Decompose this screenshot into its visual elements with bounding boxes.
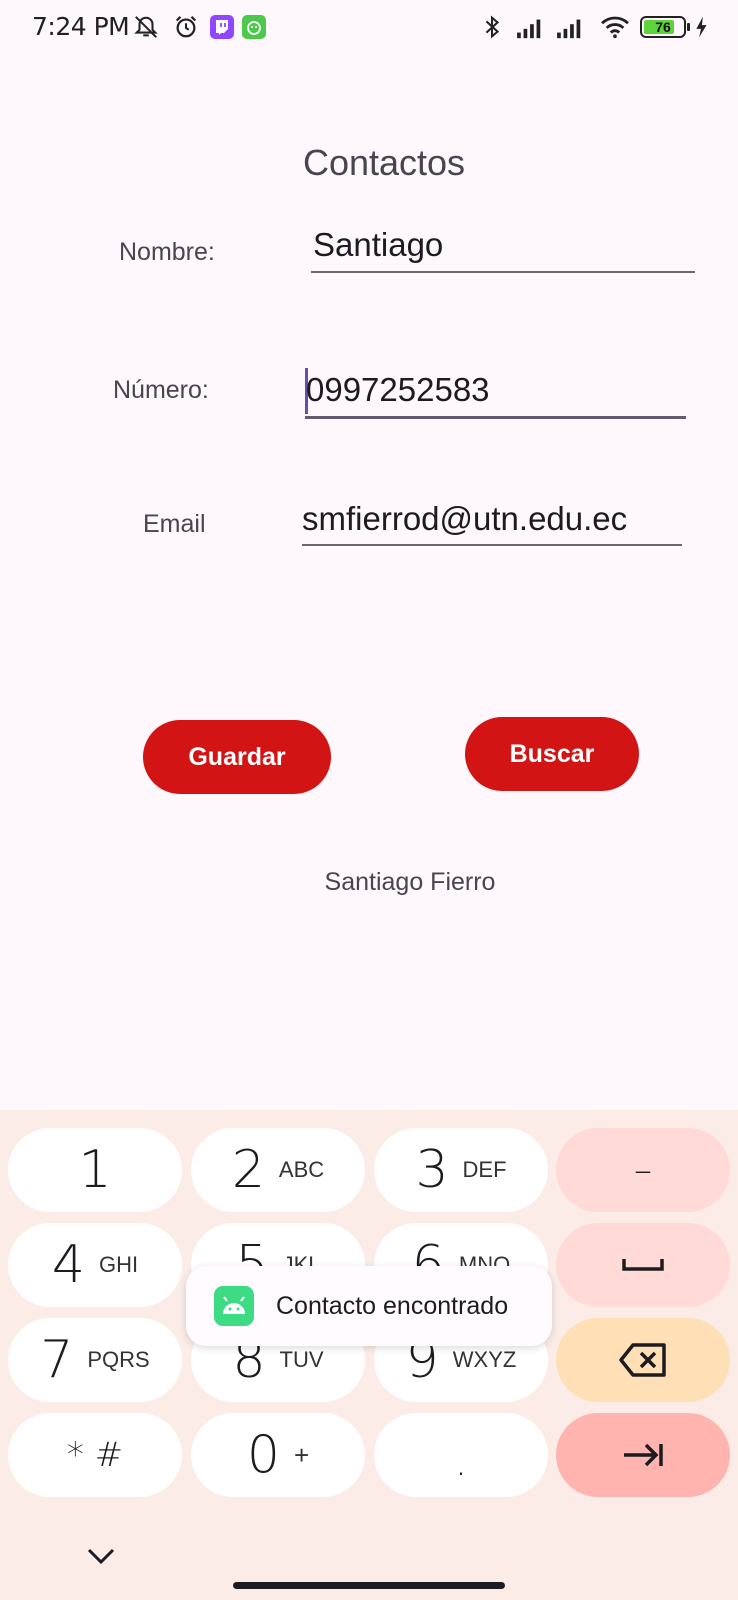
signal-icon [557, 19, 581, 39]
save-button[interactable]: Guardar [143, 720, 331, 794]
status-time: 7:24 PM [32, 12, 130, 41]
key-star-hash[interactable]: * # [8, 1413, 182, 1497]
key-1[interactable]: 1 [8, 1128, 182, 1212]
android-icon [214, 1286, 254, 1326]
space-key[interactable] [556, 1223, 730, 1307]
key-7[interactable]: 7 PQRS [8, 1318, 182, 1402]
wifi-icon [601, 16, 629, 39]
key-sublabel: GHI [98, 1252, 139, 1277]
numeric-keyboard: 1 2 ABC 3 DEF – 4 GHI 5 JKL 6 MNO 7 PQRS… [0, 1110, 738, 1600]
key-sublabel: DEF [462, 1157, 507, 1182]
chevron-down-icon[interactable] [86, 1546, 116, 1566]
name-label: Nombre: [119, 238, 215, 266]
tab-next-icon [624, 1443, 663, 1467]
backspace-key[interactable] [556, 1318, 730, 1402]
bluetooth-icon [485, 15, 500, 39]
key-label: * # [66, 1435, 124, 1475]
battery-icon: 76 [640, 16, 686, 38]
app-icon [242, 15, 266, 39]
name-field-underline [311, 271, 695, 273]
email-field[interactable]: smfierrod@utn.edu.ec [302, 500, 627, 538]
key-2[interactable]: 2 ABC [191, 1128, 365, 1212]
backspace-icon [619, 1343, 666, 1377]
key-period[interactable]: . [374, 1413, 548, 1497]
home-indicator[interactable] [233, 1582, 505, 1589]
key-label: 4 [51, 1235, 85, 1295]
name-field[interactable]: Santiago [313, 226, 443, 264]
search-button[interactable]: Buscar [465, 717, 639, 791]
next-key[interactable] [556, 1413, 730, 1497]
status-bar: 7:24 PM 76 [0, 0, 738, 56]
key-sublabel: PQRS [87, 1347, 150, 1372]
battery-level: 76 [655, 19, 671, 35]
toast-text: Contacto encontrado [276, 1291, 509, 1320]
minus-icon: – [634, 1149, 652, 1191]
key-label: 7 [40, 1330, 74, 1390]
space-icon [622, 1259, 664, 1271]
number-field-underline [305, 416, 686, 419]
signal-icon [517, 19, 541, 39]
minus-key[interactable]: – [556, 1128, 730, 1212]
key-4[interactable]: 4 GHI [8, 1223, 182, 1307]
number-field[interactable]: 0997252583 [306, 371, 490, 409]
battery-tip [687, 23, 690, 31]
mute-icon [134, 16, 158, 38]
key-label: . [454, 1439, 468, 1485]
key-sublabel: TUV [279, 1347, 324, 1372]
email-label: Email [143, 510, 206, 538]
key-sublabel: ABC [278, 1157, 325, 1182]
key-sublabel: + [293, 1439, 310, 1470]
page-title: Contactos [302, 142, 466, 183]
key-label: 0 [246, 1425, 280, 1485]
number-label: Número: [113, 376, 209, 404]
key-3[interactable]: 3 DEF [374, 1128, 548, 1212]
twitch-icon [210, 15, 234, 39]
key-label: 3 [415, 1140, 449, 1200]
alarm-icon [175, 15, 197, 38]
email-field-underline [302, 544, 682, 546]
toast-message: Contacto encontrado [186, 1266, 552, 1346]
charging-icon [696, 16, 707, 38]
result-text: Santiago Fierro [324, 868, 496, 896]
key-label: 1 [78, 1140, 112, 1200]
key-0[interactable]: 0 + [191, 1413, 365, 1497]
key-label: 2 [231, 1140, 265, 1200]
key-sublabel: WXYZ [452, 1347, 517, 1372]
